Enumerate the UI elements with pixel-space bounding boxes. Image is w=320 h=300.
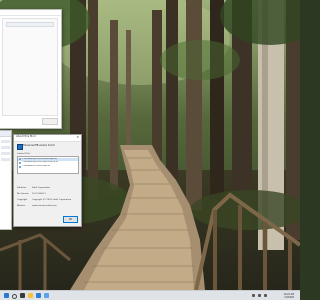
clock[interactable]: 10:24 AM 7/4/2020: [274, 293, 294, 299]
info-value: Copyright (C) 2016, Sahil Corporation: [32, 199, 72, 201]
desktop: About this Mod × TranslucentTB version 1…: [0, 0, 300, 300]
dll-list[interactable]: C:\Windows\system32\KERNELBASE.dll C:\Wi…: [17, 156, 79, 174]
dialog-title: About this Mod: [16, 135, 36, 139]
taskbar: 10:24 AM 7/4/2020: [0, 290, 300, 300]
window-content: [2, 18, 58, 116]
info-label: Website: [17, 205, 26, 207]
info-row-publisher: Publisher Sahil Corporation: [17, 187, 50, 189]
info-value: Sahil Corporation: [32, 187, 51, 189]
window-button[interactable]: [42, 118, 58, 125]
window-titlebar[interactable]: [0, 131, 11, 137]
ok-button[interactable]: OK: [63, 216, 78, 223]
info-label: File Version: [17, 193, 29, 195]
task-view-icon[interactable]: [20, 293, 25, 298]
file-explorer-icon[interactable]: [28, 293, 33, 298]
background-window-left[interactable]: [0, 130, 12, 230]
close-icon[interactable]: ×: [76, 135, 79, 140]
system-tray: 10:24 AM 7/4/2020: [234, 293, 294, 299]
dll-path: C:\Windows\system32\KERNELBASE.dll: [22, 157, 57, 160]
list-item[interactable]: [1, 152, 10, 155]
info-label: Publisher: [17, 187, 27, 189]
dll-path: C:\Windows\system32\TranslucentTB.dll: [22, 161, 58, 164]
volume-icon[interactable]: [258, 294, 261, 297]
app-icon[interactable]: [36, 293, 41, 298]
app-name: TranslucentTB version 10.0.0: [23, 143, 55, 147]
list-item[interactable]: [1, 146, 10, 149]
list-item[interactable]: [1, 158, 10, 161]
dll-file-icon: [18, 165, 21, 168]
info-label: Copyright: [17, 199, 28, 201]
network-icon[interactable]: [252, 294, 255, 297]
list-item[interactable]: C:\Windows\system32\TranslucentTB.dll: [18, 161, 78, 165]
list-item[interactable]: C:\Windows\system32\KERNELBASE.dll: [18, 157, 78, 161]
info-row-version: File Version 10.0.19041.1: [17, 193, 46, 195]
search-icon[interactable]: [12, 293, 17, 299]
dll-file-icon: [18, 161, 21, 165]
window-titlebar[interactable]: [0, 10, 61, 16]
dll-path: C:\Windows\SYSTEM32\ntdll.dll: [22, 165, 50, 168]
info-value[interactable]: www.translucenttb.com: [32, 205, 57, 207]
about-dialog: About this Mod × TranslucentTB version 1…: [13, 134, 82, 227]
battery-icon[interactable]: [264, 294, 267, 297]
list-item[interactable]: C:\Windows\SYSTEM32\ntdll.dll: [18, 165, 78, 168]
clock-date: 7/4/2020: [284, 296, 294, 299]
background-window[interactable]: [0, 9, 62, 129]
info-value: 10.0.19041.1: [32, 193, 46, 195]
list-item[interactable]: [1, 140, 10, 143]
dialog-titlebar[interactable]: About this Mod ×: [14, 135, 81, 142]
windows-start-icon[interactable]: [4, 293, 9, 298]
info-row-copyright: Copyright Copyright (C) 2016, Sahil Corp…: [17, 199, 71, 201]
dll-file-icon: [18, 158, 21, 161]
info-row-website: Website www.translucenttb.com: [17, 205, 57, 207]
app-icon[interactable]: [44, 293, 49, 298]
window-field[interactable]: [6, 22, 54, 27]
app-header: TranslucentTB version 10.0.0: [17, 143, 79, 150]
